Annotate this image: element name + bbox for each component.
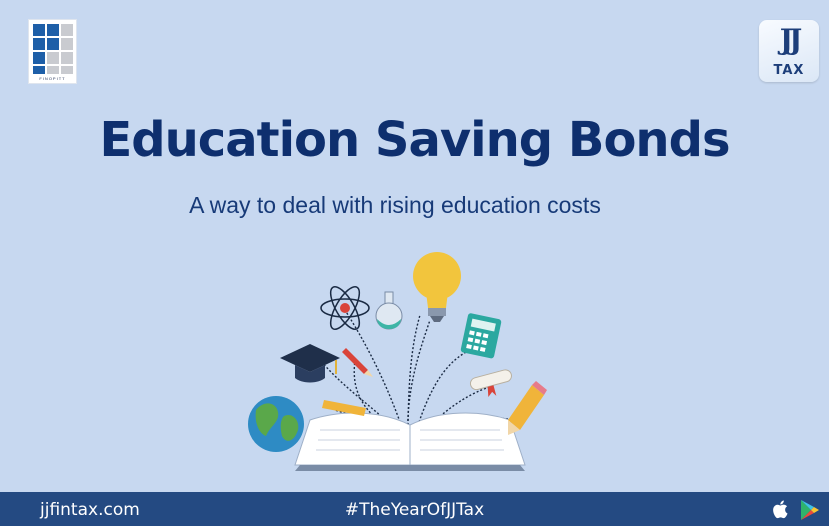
right-logo-bottom: TAX [773,63,805,78]
left-logo-caption: FINOPITT [39,76,66,81]
grid-logo-icon [33,24,73,74]
light-bulb-icon [413,252,461,322]
finopitt-logo: FINOPITT [28,19,77,84]
footer-bar: jjfintax.com #TheYearOfJJTax [0,492,829,526]
page-subtitle: A way to deal with rising education cost… [189,192,601,218]
flask-icon [375,291,403,330]
diploma-icon [469,369,512,398]
yellow-pencil-icon [508,381,547,435]
globe-icon [248,396,304,452]
graduation-cap-icon [280,344,340,383]
page-title: Education Saving Bonds [99,112,730,168]
pencil-icon [342,348,373,377]
education-illustration [248,252,547,471]
calculator-icon [460,313,502,359]
jjtax-logo-icon: JJ TAX [759,20,819,82]
open-book-icon [294,412,526,471]
apple-icon[interactable] [770,498,792,520]
google-play-icon[interactable] [798,498,822,522]
hashtag: #TheYearOfJJTax [344,500,485,520]
atom-icon [320,285,370,331]
right-logo-top: JJ [779,23,803,56]
